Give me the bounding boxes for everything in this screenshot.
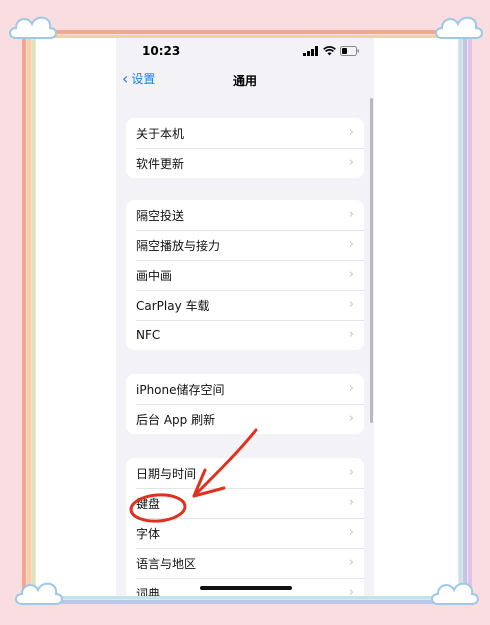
settings-group-connectivity: 隔空投送 › 隔空播放与接力 › 画中画 › CarPlay 车载 › NFC … [126,200,364,350]
chevron-right-icon: › [348,585,354,596]
settings-group-locale: 日期与时间 › 键盘 › 字体 › 语言与地区 › 词典 › [126,458,364,596]
chevron-right-icon: › [348,525,354,540]
row-label: 字体 [136,526,161,541]
row-label: 日期与时间 [136,466,197,481]
row-label: 隔空播放与接力 [136,238,221,253]
battery-icon [340,46,359,56]
settings-row-software-update[interactable]: 软件更新 › [126,148,364,178]
status-bar: 10:23 [116,38,374,64]
chevron-right-icon: › [348,555,354,570]
settings-row-nfc[interactable]: NFC › [126,320,364,350]
row-label: CarPlay 车载 [136,298,210,313]
chevron-right-icon: › [348,465,354,480]
scrollbar[interactable] [370,98,373,423]
settings-group-storage: iPhone储存空间 › 后台 App 刷新 › [126,374,364,434]
frame-stripe [22,38,26,598]
chevron-right-icon: › [348,125,354,140]
settings-row-airplay-handoff[interactable]: 隔空播放与接力 › [126,230,364,260]
row-label: NFC [136,328,161,342]
frame-stripe [22,30,472,34]
wifi-icon [323,46,336,56]
frame-stripe [22,596,472,599]
row-label: 语言与地区 [136,556,197,571]
frame-stripe [459,38,462,598]
page-title: 通用 [232,74,257,88]
chevron-right-icon: › [348,267,354,282]
chevron-right-icon: › [348,495,354,510]
settings-row-keyboard[interactable]: 键盘 › [126,488,364,518]
frame-stripe [32,38,35,598]
chevron-right-icon: › [348,381,354,396]
settings-row-date-time[interactable]: 日期与时间 › [126,458,364,488]
row-label: 词典 [136,586,161,597]
chevron-right-icon: › [348,411,354,426]
row-label: 画中画 [136,268,173,283]
settings-row-iphone-storage[interactable]: iPhone储存空间 › [126,374,364,404]
settings-row-fonts[interactable]: 字体 › [126,518,364,548]
chevron-right-icon: › [348,297,354,312]
settings-row-language-region[interactable]: 语言与地区 › [126,548,364,578]
chevron-right-icon: › [348,327,354,342]
settings-row-picture-in-picture[interactable]: 画中画 › [126,260,364,290]
phone-screen: 10:23 ‹ 设置 通用 关于本机 › 软件更新 › 隔空投送 › 隔空播放与… [116,38,374,596]
row-label: 键盘 [136,496,161,511]
chevron-right-icon: › [348,207,354,222]
row-label: 关于本机 [136,126,185,141]
home-indicator[interactable] [200,586,292,590]
status-time: 10:23 [142,44,181,58]
row-label: 隔空投送 [136,208,185,223]
row-label: 后台 App 刷新 [136,412,216,427]
status-icons [303,46,360,56]
chevron-right-icon: › [348,155,354,170]
settings-row-about[interactable]: 关于本机 › [126,118,364,148]
frame-stripe [463,38,467,598]
settings-row-carplay[interactable]: CarPlay 车载 › [126,290,364,320]
cloud-icon [9,16,57,39]
navigation-bar: ‹ 设置 通用 [116,68,374,92]
frame-stripe [468,38,472,598]
frame-stripe [27,38,31,598]
cloud-icon [435,16,483,39]
row-label: iPhone储存空间 [136,382,225,397]
cloud-icon [15,582,63,605]
settings-group-about: 关于本机 › 软件更新 › [126,118,364,178]
cloud-icon [431,582,479,605]
settings-row-airdrop[interactable]: 隔空投送 › [126,200,364,230]
row-label: 软件更新 [136,156,185,171]
settings-row-background-app-refresh[interactable]: 后台 App 刷新 › [126,404,364,434]
frame-stripe [22,600,472,604]
cellular-signal-icon [303,46,318,56]
chevron-right-icon: › [348,237,354,252]
